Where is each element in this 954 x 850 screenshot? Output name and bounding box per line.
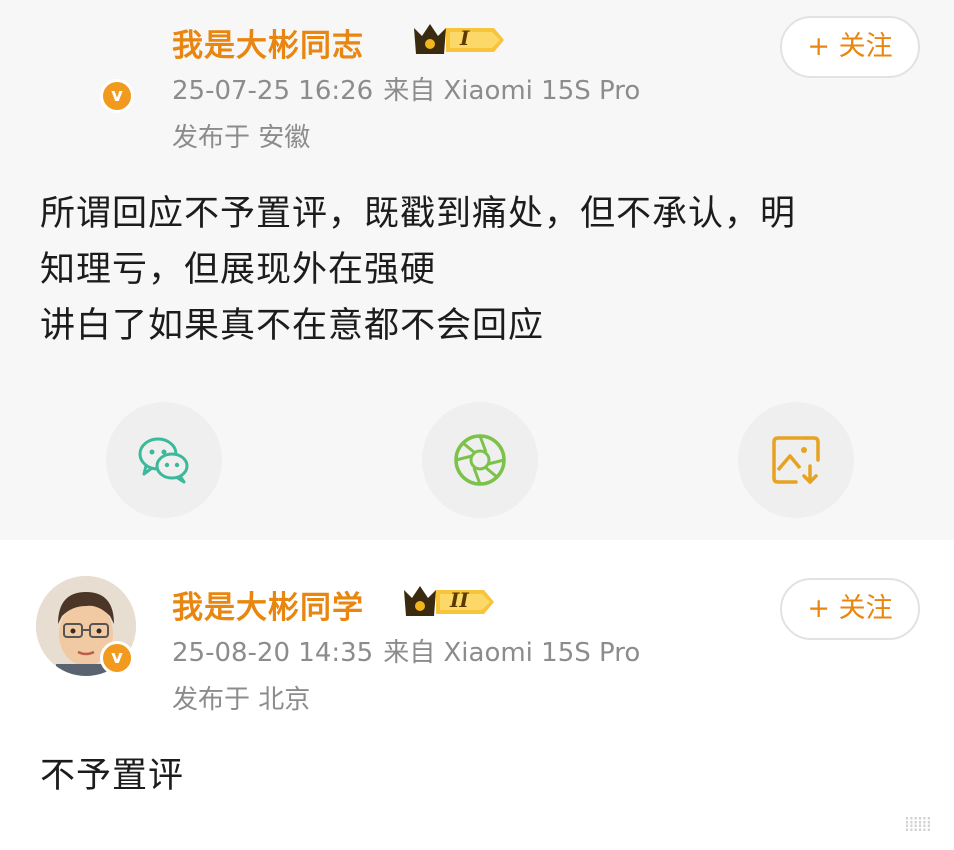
post-location: 发布于 安徽 (172, 123, 311, 153)
save-image-button[interactable] (738, 402, 854, 518)
post-meta: 25-07-25 16:26 来自 Xiaomi 15S Pro (172, 70, 640, 107)
username[interactable]: 我是大彬同志 (172, 20, 364, 65)
content-line: 讲白了如果真不在意都不会回应 (40, 306, 545, 346)
verified-icon: v (100, 79, 134, 113)
post-source: 来自 Xiaomi 15S Pro (383, 76, 641, 106)
content-line: 所谓回应不予置评，既戳到痛处，但不承认，明 (40, 194, 797, 234)
content-line: 知理亏，但展现外在强硬 (40, 250, 437, 290)
post-content: 所谓回应不予置评，既戳到痛处，但不承认，明 知理亏，但展现外在强硬 讲白了如果真… (40, 186, 920, 354)
wechat-icon (138, 437, 189, 484)
member-badge-icon[interactable]: I (410, 20, 506, 60)
follow-button[interactable]: + 关注 (780, 578, 920, 640)
follow-button[interactable]: + 关注 (780, 16, 920, 78)
moments-icon (454, 434, 506, 486)
badge-level: II (450, 588, 469, 612)
avatar[interactable] (36, 576, 136, 676)
post-time: 25-07-25 16:26 (172, 76, 374, 106)
save-image-icon (772, 436, 820, 484)
username[interactable]: 我是大彬同学 (172, 582, 364, 627)
member-badge-icon[interactable]: II (400, 582, 496, 622)
badge-level: I (460, 26, 470, 50)
share-moments-button[interactable] (422, 402, 538, 518)
share-wechat-button[interactable] (106, 402, 222, 518)
